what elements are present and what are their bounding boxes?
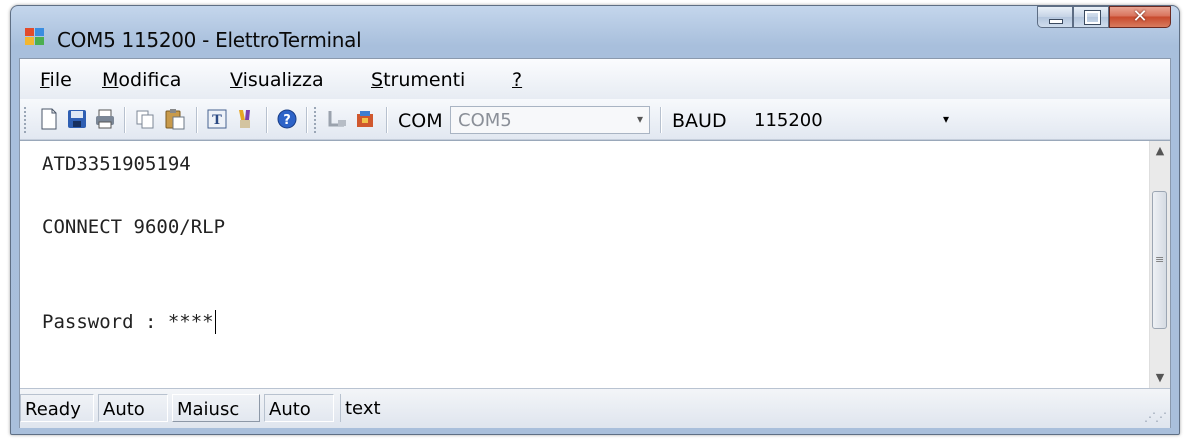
help-icon[interactable]: ?: [276, 108, 298, 130]
app-icon: [25, 28, 44, 45]
status-maiusc: Maiusc: [172, 394, 260, 422]
maximize-icon: [1084, 10, 1101, 25]
terminal-line: CONNECT 9600/RLP: [42, 216, 226, 238]
resize-grip-icon[interactable]: ⋰⋰: [1144, 410, 1167, 424]
caption-buttons: ✕: [1037, 6, 1171, 30]
toolbar-separator: [306, 107, 308, 133]
com-port-select[interactable]: COM5 ▾: [450, 106, 650, 134]
scroll-down-icon[interactable]: ▼: [1150, 368, 1170, 388]
com-port-value: COM5: [458, 110, 512, 131]
status-ready: Ready: [20, 394, 94, 422]
vertical-scrollbar[interactable]: ▲ ≡ ▼: [1149, 141, 1170, 388]
status-auto-2: Auto: [264, 394, 334, 422]
toolbar-separator: [266, 107, 268, 133]
terminal-line: ATD3351905194: [42, 153, 191, 175]
client-area: File Modifica Visualizza Strumenti ? T ?…: [19, 58, 1171, 428]
toolbar-grip[interactable]: [314, 107, 319, 133]
menu-modifica[interactable]: Modifica: [102, 69, 181, 91]
menu-strumenti[interactable]: Strumenti: [371, 69, 465, 91]
toolbar-separator: [124, 107, 126, 133]
window-title: COM5 115200 - ElettroTerminal: [57, 28, 362, 52]
text-caret: [214, 310, 217, 334]
status-text: text: [340, 394, 420, 422]
baud-rate-value: 115200: [754, 110, 823, 131]
toolbar-separator: [660, 107, 662, 133]
close-button[interactable]: ✕: [1109, 6, 1171, 28]
clear-icon[interactable]: [234, 108, 256, 130]
menu-help[interactable]: ?: [512, 69, 522, 91]
menu-bar: File Modifica Visualizza Strumenti ?: [20, 59, 1170, 99]
svg-text:?: ?: [283, 113, 291, 128]
terminal-text[interactable]: ATD3351905194 CONNECT 9600/RLP Password …: [42, 149, 225, 338]
connect-icon[interactable]: [354, 108, 376, 130]
text-icon[interactable]: T: [206, 108, 228, 130]
menu-visualizza[interactable]: Visualizza: [230, 69, 324, 91]
copy-icon[interactable]: [134, 108, 156, 130]
scroll-grip-icon: ≡: [1155, 253, 1165, 266]
toolbar: T ? COM COM5 ▾ BAUD 115200 ▾: [20, 99, 1170, 140]
baud-rate-select[interactable]: 115200 ▾: [746, 106, 956, 134]
save-icon[interactable]: [66, 108, 88, 130]
status-bar: Ready Auto Maiusc Auto text ⋰⋰: [20, 388, 1170, 428]
baud-label: BAUD: [672, 110, 727, 132]
terminal-line: Password : ****: [42, 307, 225, 339]
minimize-button[interactable]: [1037, 6, 1073, 28]
maximize-button[interactable]: [1073, 6, 1109, 28]
svg-text:T: T: [212, 113, 222, 128]
paste-icon[interactable]: [164, 108, 186, 130]
terminal-output[interactable]: ATD3351905194 CONNECT 9600/RLP Password …: [20, 140, 1170, 388]
disconnect-icon[interactable]: [326, 108, 348, 130]
close-icon: ✕: [1132, 6, 1148, 27]
new-file-icon[interactable]: [38, 108, 60, 130]
minimize-icon: [1049, 19, 1063, 24]
title-bar[interactable]: COM5 115200 - ElettroTerminal ✕: [11, 6, 1179, 58]
chevron-down-icon: ▾: [942, 112, 949, 126]
com-label: COM: [398, 110, 443, 132]
toolbar-grip[interactable]: [24, 107, 29, 133]
app-window: COM5 115200 - ElettroTerminal ✕ File Mod…: [10, 5, 1180, 435]
toolbar-separator: [386, 107, 388, 133]
chevron-down-icon: ▾: [636, 112, 643, 126]
menu-file[interactable]: File: [40, 69, 72, 91]
print-icon[interactable]: [94, 108, 116, 130]
status-auto-1: Auto: [98, 394, 168, 422]
scroll-up-icon[interactable]: ▲: [1150, 141, 1170, 161]
toolbar-separator: [196, 107, 198, 133]
